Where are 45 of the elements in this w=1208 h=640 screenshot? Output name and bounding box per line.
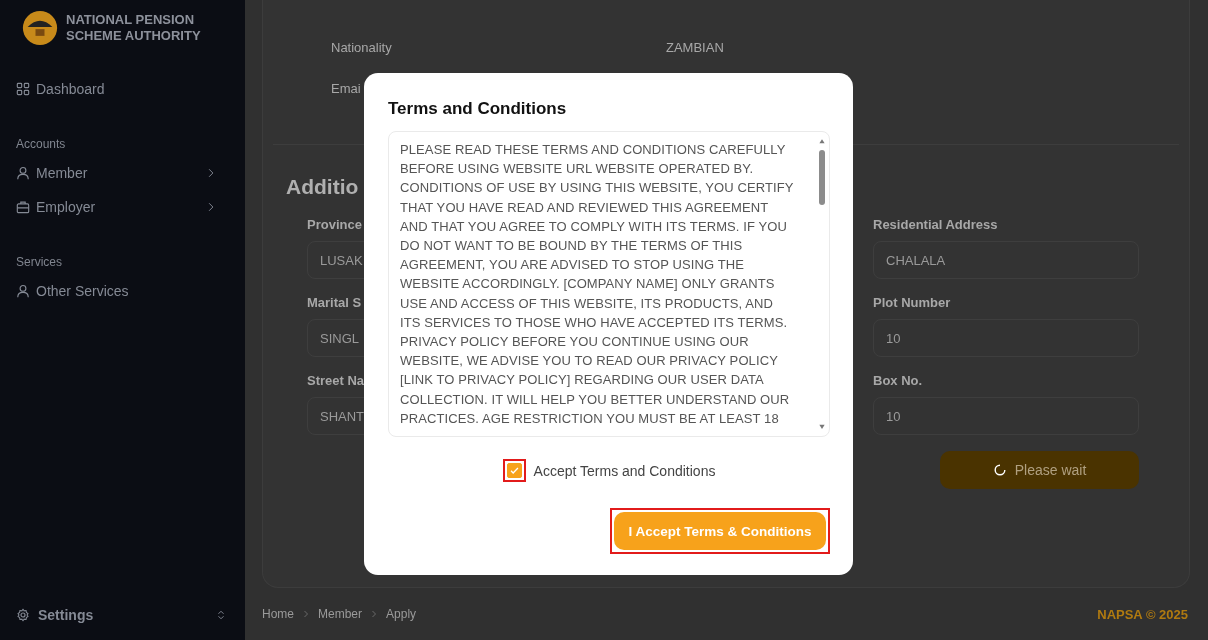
input-field[interactable]: 10	[873, 319, 1139, 357]
nav-item[interactable]: Member	[16, 156, 216, 190]
scrollbar-thumb[interactable]	[819, 150, 825, 205]
nav-section-heading: Accounts	[16, 136, 66, 153]
updown-chevron-icon	[216, 610, 226, 620]
section-heading: Additio	[286, 175, 359, 199]
user-icon	[16, 284, 30, 298]
breadcrumb-link[interactable]: Member	[318, 607, 363, 621]
briefcase-icon	[16, 200, 30, 214]
field-label: Marital S	[307, 295, 362, 312]
nav-item[interactable]: Other Services	[16, 274, 216, 308]
chevron-right-icon	[206, 168, 216, 178]
breadcrumb-link[interactable]: Home	[262, 607, 294, 621]
logo-text: NATIONAL PENSION SCHEME AUTHORITY	[66, 12, 202, 44]
logo-emblem-icon	[22, 10, 58, 46]
input-field[interactable]: CHALALA	[873, 241, 1139, 279]
settings-item[interactable]: Settings	[16, 590, 226, 640]
copyright-text: NAPSA © 2025	[1097, 606, 1188, 622]
field-label: Residential Address	[873, 217, 998, 234]
nav-section-heading: Services	[16, 254, 62, 271]
user-icon	[16, 166, 30, 180]
detail-value: ZAMBIAN	[666, 40, 724, 55]
check-icon	[508, 465, 520, 476]
chevron-right-icon	[302, 610, 310, 618]
submit-button[interactable]: Please wait	[940, 451, 1139, 489]
field-label: Box No.	[873, 373, 923, 390]
field-label: Province	[307, 217, 362, 234]
scroll-up-icon	[818, 138, 826, 144]
breadcrumb-link[interactable]: Apply	[386, 607, 417, 621]
nav-item[interactable]: Dashboard	[16, 72, 216, 106]
detail-label: Emai	[331, 81, 362, 96]
scroll-down-icon	[818, 424, 826, 430]
terms-text: PLEASE READ THESE TERMS AND CONDITIONS CAREFULLY BEFORE USING WEBSITE URL WEBSITE OPERATED BY. CONDITIONS OF USE BY USING THIS WEBSITE, YOU CERTIFY THAT YOU HAVE READ AND REVIEWED THIS AGREEMENT AND THAT YOU AGREE TO COMPLY WITH ITS TERMS. IF YOU DO NOT WANT TO BE BOUND BY THE TERMS OF THIS AGREEMENT, YOU ARE ADVISED TO STOP USING THE WEBSITE ACCORDINGLY. [COMPANY NAME] ONLY GRANTS USE AND ACCESS OF THIS WEBSITE, ITS PRODUCTS, AND ITS SERVICES TO THOSE WHO HAVE ACCEPTED ITS TERMS. PRIVACY POLICY BEFORE YOU CONTINUE USING OUR WEBSITE, WE ADVISE YOU TO READ OUR PRIVACY POLICY [LINK TO PRIVACY POLICY] REGARDING OUR USER DATA COLLECTION. IT WILL HELP YOU BETTER UNDERSTAND OUR PRACTICES. AGE RESTRICTION YOU MUST BE AT LEAST 18	[399, 141, 795, 428]
settings-icon	[16, 608, 30, 622]
checkbox-label: Accept Terms and Conditions	[533, 462, 716, 479]
grid-icon	[16, 82, 30, 96]
spinner-icon	[992, 463, 1007, 477]
chevron-right-icon	[206, 202, 216, 212]
field-label: Plot Number	[873, 295, 951, 312]
detail-label: Nationality	[331, 40, 393, 55]
field-label: Street Na	[307, 373, 365, 390]
nav-item[interactable]: Employer	[16, 190, 216, 224]
dialog-title: Terms and Conditions	[388, 99, 568, 119]
input-field[interactable]: 10	[873, 397, 1139, 435]
chevron-right-icon	[370, 610, 379, 618]
